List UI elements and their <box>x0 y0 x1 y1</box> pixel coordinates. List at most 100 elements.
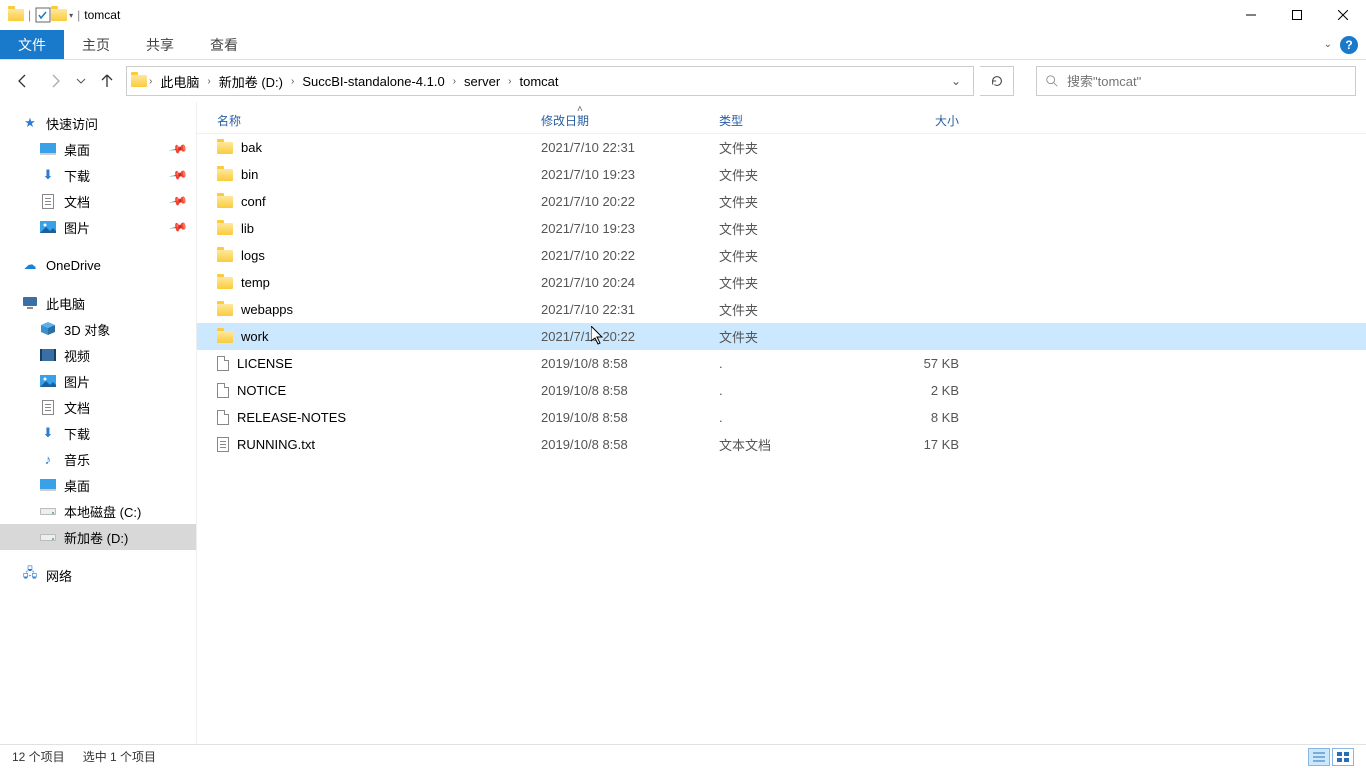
file-row[interactable]: bin2021/7/10 19:23文件夹 <box>197 161 1366 188</box>
sidebar-label: 下载 <box>64 424 90 443</box>
status-bar: 12 个项目 选中 1 个项目 <box>0 744 1366 768</box>
sidebar-item[interactable]: 文档 <box>0 394 196 420</box>
sidebar-item[interactable]: 桌面 <box>0 472 196 498</box>
sidebar-label: 音乐 <box>64 450 90 469</box>
sidebar-item[interactable]: 视频 <box>0 342 196 368</box>
pin-icon: 📌 <box>168 191 188 211</box>
sidebar-item[interactable]: 3D 对象 <box>0 316 196 342</box>
address-bar[interactable]: › 此电脑 › 新加卷 (D:) › SuccBI-standalone-4.1… <box>126 66 974 96</box>
file-row[interactable]: logs2021/7/10 20:22文件夹 <box>197 242 1366 269</box>
col-date[interactable]: 修改日期 <box>541 112 719 129</box>
search-icon <box>1045 74 1059 88</box>
col-name[interactable]: 名称 <box>217 112 541 129</box>
folder-icon <box>217 223 233 235</box>
chevron-right-icon[interactable]: › <box>289 76 296 87</box>
file-name: lib <box>241 221 254 236</box>
crumb-thispc[interactable]: 此电脑 <box>154 67 205 95</box>
crumb-drive[interactable]: 新加卷 (D:) <box>213 67 289 95</box>
tab-view[interactable]: 查看 <box>192 30 256 59</box>
sidebar-network[interactable]: 🖧 网络 <box>0 562 196 588</box>
file-row[interactable]: RELEASE-NOTES2019/10/8 8:58.8 KB <box>197 404 1366 431</box>
file-row[interactable]: RUNNING.txt2019/10/8 8:58文本文档17 KB <box>197 431 1366 458</box>
up-button[interactable] <box>94 67 120 95</box>
file-row[interactable]: NOTICE2019/10/8 8:58.2 KB <box>197 377 1366 404</box>
file-name: bak <box>241 140 262 155</box>
file-name: logs <box>241 248 265 263</box>
view-thumbnails-button[interactable] <box>1332 748 1354 766</box>
sidebar-item-documents[interactable]: 文档 📌 <box>0 188 196 214</box>
file-date: 2021/7/10 19:23 <box>541 221 719 236</box>
sidebar-label: 本地磁盘 (C:) <box>64 502 141 521</box>
title-sep: | <box>28 8 31 22</box>
sidebar-item[interactable]: ⬇下载 <box>0 420 196 446</box>
sidebar-item[interactable]: 本地磁盘 (C:) <box>0 498 196 524</box>
sidebar-onedrive[interactable]: ☁ OneDrive <box>0 252 196 278</box>
sidebar-quick-access[interactable]: ★ 快速访问 <box>0 110 196 136</box>
video-icon <box>40 347 56 363</box>
qa-checkbox-icon[interactable] <box>35 7 51 23</box>
file-date: 2019/10/8 8:58 <box>541 356 719 371</box>
crumb-tomcat[interactable]: tomcat <box>514 67 565 95</box>
tab-share[interactable]: 共享 <box>128 30 192 59</box>
ribbon-collapse-icon[interactable]: ⌄ <box>1324 39 1332 50</box>
sidebar-item[interactable]: 图片 <box>0 368 196 394</box>
search-input[interactable] <box>1067 74 1347 89</box>
folder-icon <box>217 196 233 208</box>
tab-home[interactable]: 主页 <box>64 30 128 59</box>
file-name: LICENSE <box>237 356 293 371</box>
recent-locations-button[interactable] <box>74 67 88 95</box>
chevron-right-icon[interactable]: › <box>205 76 212 87</box>
close-button[interactable] <box>1320 0 1366 30</box>
minimize-button[interactable] <box>1228 0 1274 30</box>
help-button[interactable]: ? <box>1340 36 1358 54</box>
refresh-button[interactable] <box>980 66 1014 96</box>
file-date: 2021/7/10 19:23 <box>541 167 719 182</box>
file-row[interactable]: temp2021/7/10 20:24文件夹 <box>197 269 1366 296</box>
qa-folder-icon[interactable] <box>51 7 67 23</box>
file-row[interactable]: LICENSE2019/10/8 8:58.57 KB <box>197 350 1366 377</box>
file-size: 8 KB <box>871 410 959 425</box>
sidebar-item-downloads[interactable]: ⬇ 下载 📌 <box>0 162 196 188</box>
back-button[interactable] <box>10 67 36 95</box>
status-count: 12 个项目 <box>12 748 65 765</box>
pc-icon <box>22 295 38 311</box>
status-selected: 选中 1 个项目 <box>83 748 156 765</box>
file-type: 文件夹 <box>719 246 871 265</box>
qa-dropdown-caret[interactable]: ▾ <box>69 11 73 20</box>
sidebar-item-pictures[interactable]: 图片 📌 <box>0 214 196 240</box>
crumb-app[interactable]: SuccBI-standalone-4.1.0 <box>296 67 450 95</box>
sidebar-item[interactable]: 新加卷 (D:) <box>0 524 196 550</box>
crumb-server[interactable]: server <box>458 67 506 95</box>
file-name: bin <box>241 167 258 182</box>
file-row[interactable]: work2021/7/10 20:22文件夹 <box>197 323 1366 350</box>
desktop-icon <box>40 141 56 157</box>
chevron-right-icon[interactable]: › <box>147 76 154 87</box>
sidebar-this-pc[interactable]: 此电脑 <box>0 290 196 316</box>
sidebar-item-desktop[interactable]: 桌面 📌 <box>0 136 196 162</box>
sidebar-label: 图片 <box>64 218 90 237</box>
title-sep2: | <box>77 8 80 22</box>
sidebar-item[interactable]: ♪音乐 <box>0 446 196 472</box>
file-tab[interactable]: 文件 <box>0 30 64 59</box>
file-row[interactable]: conf2021/7/10 20:22文件夹 <box>197 188 1366 215</box>
file-date: 2019/10/8 8:58 <box>541 383 719 398</box>
col-type[interactable]: 类型 <box>719 112 871 129</box>
address-dropdown-icon[interactable]: ⌄ <box>943 74 969 88</box>
file-date: 2021/7/10 22:31 <box>541 140 719 155</box>
col-size[interactable]: 大小 <box>871 112 959 129</box>
star-icon: ★ <box>22 115 38 131</box>
file-row[interactable]: bak2021/7/10 22:31文件夹 <box>197 134 1366 161</box>
file-row[interactable]: lib2021/7/10 19:23文件夹 <box>197 215 1366 242</box>
chevron-right-icon[interactable]: › <box>506 76 513 87</box>
file-row[interactable]: webapps2021/7/10 22:31文件夹 <box>197 296 1366 323</box>
folder-icon <box>217 331 233 343</box>
chevron-right-icon[interactable]: › <box>451 76 458 87</box>
maximize-button[interactable] <box>1274 0 1320 30</box>
forward-button[interactable] <box>42 67 68 95</box>
search-box[interactable] <box>1036 66 1356 96</box>
folder-icon <box>217 250 233 262</box>
title-bar: | ▾ | tomcat <box>0 0 1366 30</box>
folder-icon <box>217 304 233 316</box>
file-size: 57 KB <box>871 356 959 371</box>
view-details-button[interactable] <box>1308 748 1330 766</box>
